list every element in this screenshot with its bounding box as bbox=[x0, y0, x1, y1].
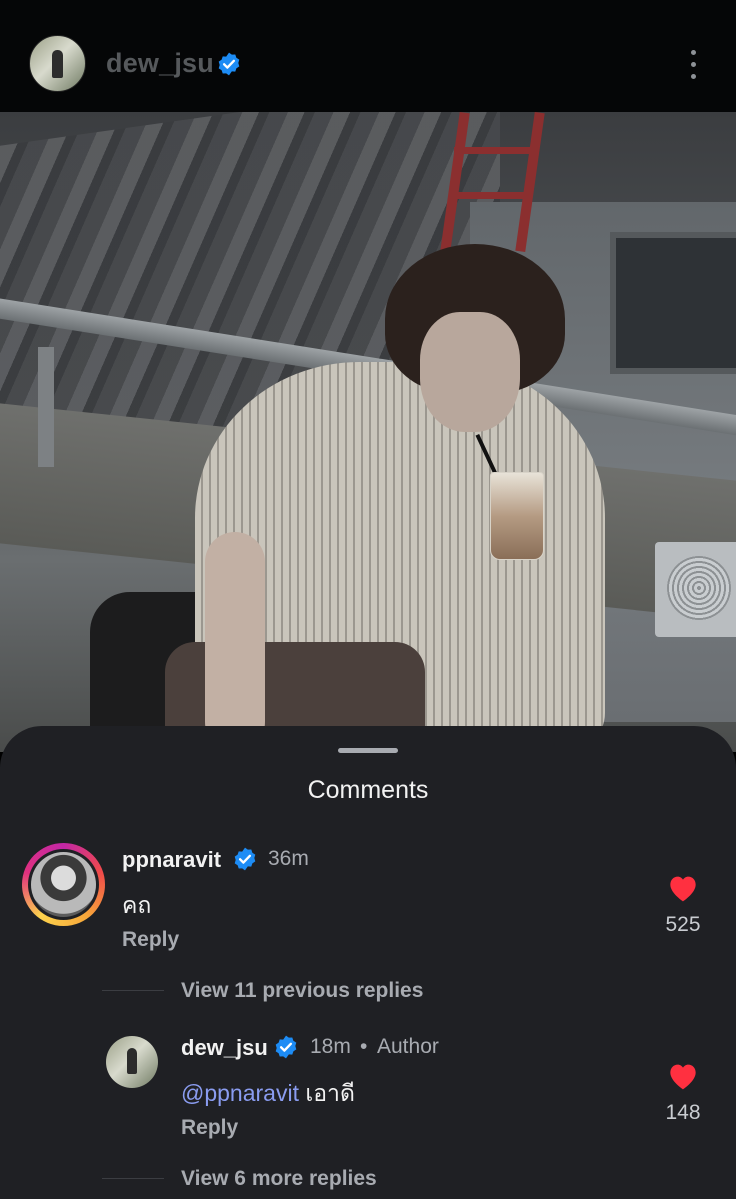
photo-ladder bbox=[440, 112, 550, 253]
photo-ac-unit bbox=[655, 542, 736, 637]
like-count: 148 bbox=[665, 1101, 701, 1124]
post-header: dew_jsu bbox=[0, 0, 736, 112]
reply-time: 18m bbox=[310, 1035, 351, 1058]
author-username[interactable]: dew_jsu bbox=[106, 48, 214, 79]
photo-window bbox=[610, 232, 736, 374]
photo-person-face bbox=[420, 312, 520, 432]
replies-divider bbox=[102, 1178, 164, 1179]
comment-time: 36m bbox=[268, 847, 309, 870]
photo-person-arm bbox=[205, 532, 265, 752]
reply-author-avatar[interactable] bbox=[106, 1036, 158, 1088]
post-photo[interactable] bbox=[0, 112, 736, 752]
separator-dot: • bbox=[360, 1035, 368, 1058]
photo-cup bbox=[490, 472, 544, 560]
like-count: 525 bbox=[665, 913, 701, 936]
reply-text: @ppnaravit เอาดี bbox=[181, 1076, 355, 1112]
verified-badge-icon bbox=[218, 52, 240, 76]
heart-icon[interactable] bbox=[667, 1061, 699, 1091]
comments-title: Comments bbox=[307, 776, 429, 804]
author-avatar[interactable] bbox=[29, 35, 86, 92]
verified-badge-icon bbox=[275, 1035, 297, 1059]
view-previous-replies-link[interactable]: View 11 previous replies bbox=[181, 979, 423, 1003]
mention-link[interactable]: @ppnaravit bbox=[181, 1080, 299, 1106]
photo-rail-post bbox=[38, 347, 54, 467]
reply-username[interactable]: dew_jsu bbox=[181, 1035, 268, 1061]
comment-text: คถ bbox=[122, 892, 152, 918]
comments-sheet: Comments ppnaravit 36m คถ Reply 525 View… bbox=[0, 726, 736, 1199]
reply-text-body: เอาดี bbox=[298, 1080, 355, 1106]
heart-icon[interactable] bbox=[667, 873, 699, 903]
comment-username[interactable]: ppnaravit bbox=[122, 847, 221, 873]
replies-divider bbox=[102, 990, 164, 991]
more-vertical-icon[interactable] bbox=[686, 50, 702, 80]
author-tag: Author bbox=[377, 1035, 439, 1058]
sheet-drag-handle[interactable] bbox=[338, 748, 398, 753]
commenter-avatar[interactable] bbox=[22, 843, 105, 926]
view-more-replies-link[interactable]: View 6 more replies bbox=[181, 1167, 377, 1191]
reply-button[interactable]: Reply bbox=[122, 928, 179, 952]
verified-badge-icon bbox=[234, 847, 256, 871]
reply-button[interactable]: Reply bbox=[181, 1116, 238, 1140]
